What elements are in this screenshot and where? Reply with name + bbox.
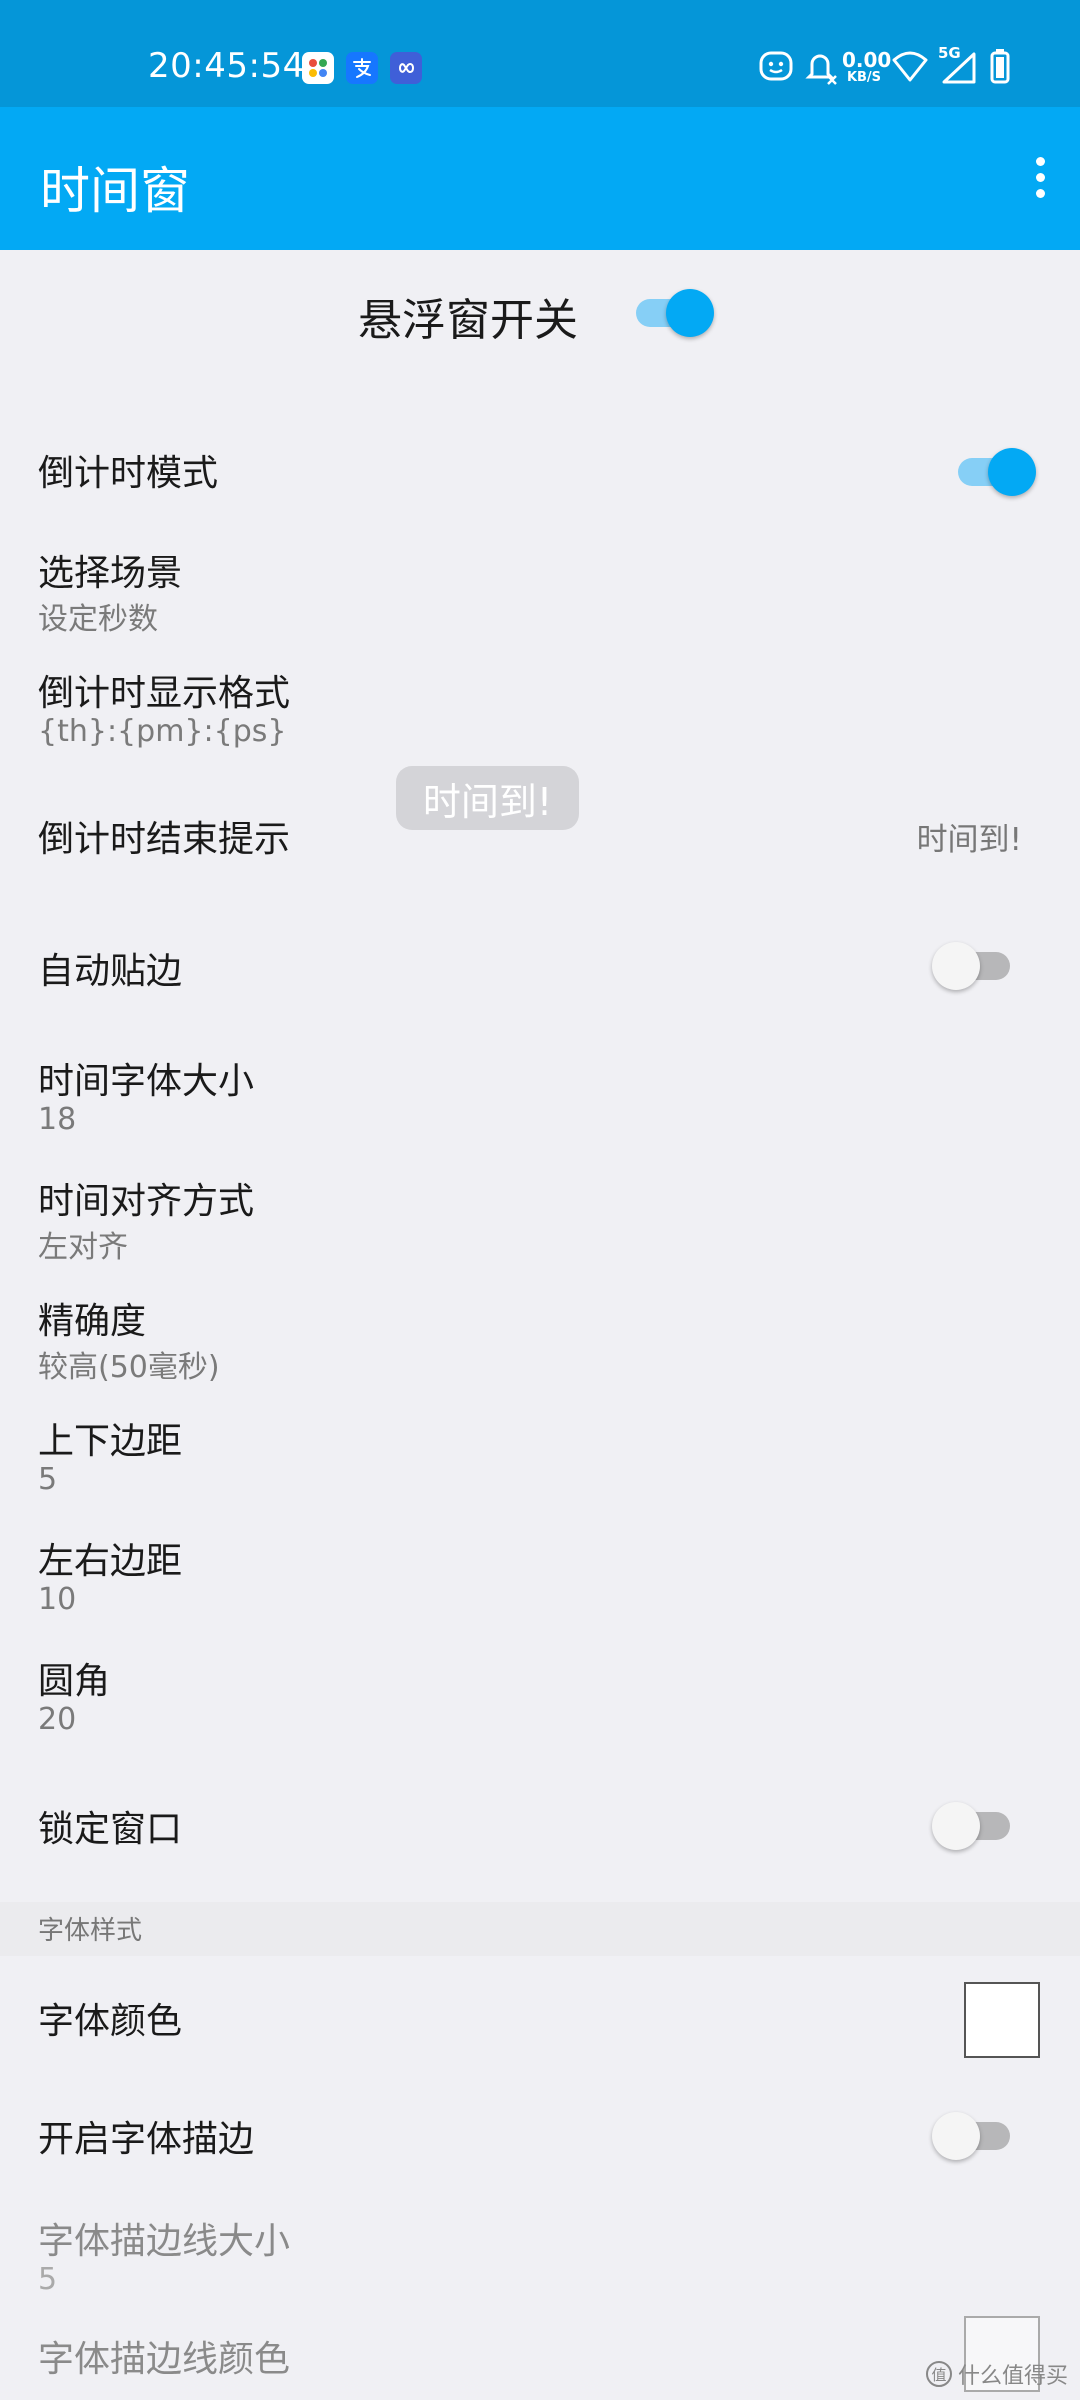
net-speed-unit: KB/S [846,70,882,85]
app-bar: 时间窗 [0,107,1080,250]
infinity-app-icon [390,52,422,84]
pref-alignment[interactable]: 时间对齐方式 左对齐 [0,1160,1080,1278]
pref-title: 字体描边线颜色 [38,2339,291,2380]
pref-font-size[interactable]: 时间字体大小 18 [0,1040,1080,1158]
pref-summary: 设定秒数 [38,602,158,637]
auto-edge-switch[interactable] [932,936,1016,992]
floating-time-preview[interactable]: 时间到! [396,766,579,830]
pref-title: 自动贴边 [38,951,183,992]
pref-title: 上下边距 [38,1421,183,1462]
status-time: 20:45:54 [148,46,305,86]
cellular-signal-icon: 5G [938,44,982,88]
pref-stroke-color: 字体描边线颜色 [0,2316,1080,2400]
pref-value: 时间到! [916,822,1022,858]
master-switch[interactable] [628,283,714,339]
pref-precision[interactable]: 精确度 较高(50毫秒) [0,1280,1080,1398]
pref-title: 开启字体描边 [38,2119,255,2160]
net-speed-value: 0.00 [842,48,892,72]
page-title: 时间窗 [40,162,190,220]
network-type: 5G [938,44,961,62]
pref-lock-window[interactable]: 锁定窗口 [0,1770,1080,1882]
pref-title: 字体颜色 [38,2001,183,2042]
pref-summary: 较高(50毫秒) [38,1350,220,1385]
battery-icon [990,48,1010,88]
pref-summary: 5 [38,1462,58,1497]
pref-title: 时间对齐方式 [38,1181,255,1222]
pref-title: 精确度 [38,1301,147,1342]
pref-horizontal-padding[interactable]: 左右边距 10 [0,1520,1080,1638]
net-speed: 0.00 KB/S [842,48,892,90]
pref-select-scene[interactable]: 选择场景 设定秒数 [0,532,1080,650]
face-icon [758,48,794,88]
more-options-icon[interactable] [1010,147,1070,207]
app-icon-multicolor [302,52,334,84]
pref-summary: 10 [38,1582,77,1617]
master-switch-label: 悬浮窗开关 [358,295,578,346]
stroke-enabled-switch[interactable] [932,2106,1016,2162]
pref-title: 倒计时结束提示 [38,819,291,860]
pref-summary: 5 [38,2262,58,2297]
pref-summary: 左对齐 [38,1230,128,1265]
alipay-icon [346,52,378,84]
pref-countdown-mode[interactable]: 倒计时模式 [0,420,1080,520]
watermark: 值 什么值得买 [925,2358,1068,2390]
status-bar: 20:45:54 0.00 KB/S 5G [0,0,1080,107]
floating-time-text: 时间到! [422,779,553,824]
watermark-logo-icon: 值 [925,2361,952,2387]
pref-corner-radius[interactable]: 圆角 20 [0,1640,1080,1758]
wifi-icon [890,48,930,88]
pref-auto-edge[interactable]: 自动贴边 [0,910,1080,1020]
pref-countdown-format[interactable]: 倒计时显示格式 {th}:{pm}:{ps} [0,652,1080,770]
pref-summary: {th}:{pm}:{ps} [38,714,287,749]
font-color-swatch[interactable] [964,1982,1040,2058]
pref-title: 锁定窗口 [38,1809,183,1850]
section-header-label: 字体样式 [38,1916,143,1946]
master-switch-row[interactable]: 悬浮窗开关 [0,250,1080,380]
pref-summary: 18 [38,1102,77,1137]
lock-window-switch[interactable] [932,1796,1016,1852]
pref-title: 倒计时模式 [38,453,219,494]
countdown-mode-switch[interactable] [950,442,1036,498]
bell-muted-icon [802,48,840,88]
pref-summary: 20 [38,1702,77,1737]
pref-title: 字体描边线大小 [38,2221,291,2262]
watermark-text: 什么值得买 [957,2364,1068,2389]
pref-font-color[interactable]: 字体颜色 [0,1962,1080,2074]
pref-title: 时间字体大小 [38,1061,255,1102]
settings-list: 悬浮窗开关 倒计时模式 选择场景 设定秒数 倒计时显示格式 {th}:{pm}:… [0,250,1080,2400]
pref-stroke-enabled[interactable]: 开启字体描边 [0,2082,1080,2192]
pref-title: 左右边距 [38,1541,183,1582]
pref-title: 圆角 [38,1661,111,1702]
pref-vertical-padding[interactable]: 上下边距 5 [0,1400,1080,1518]
pref-stroke-size: 字体描边线大小 5 [0,2200,1080,2318]
section-header-font-style: 字体样式 [0,1902,1080,1956]
pref-title: 选择场景 [38,553,183,594]
pref-title: 倒计时显示格式 [38,673,291,714]
